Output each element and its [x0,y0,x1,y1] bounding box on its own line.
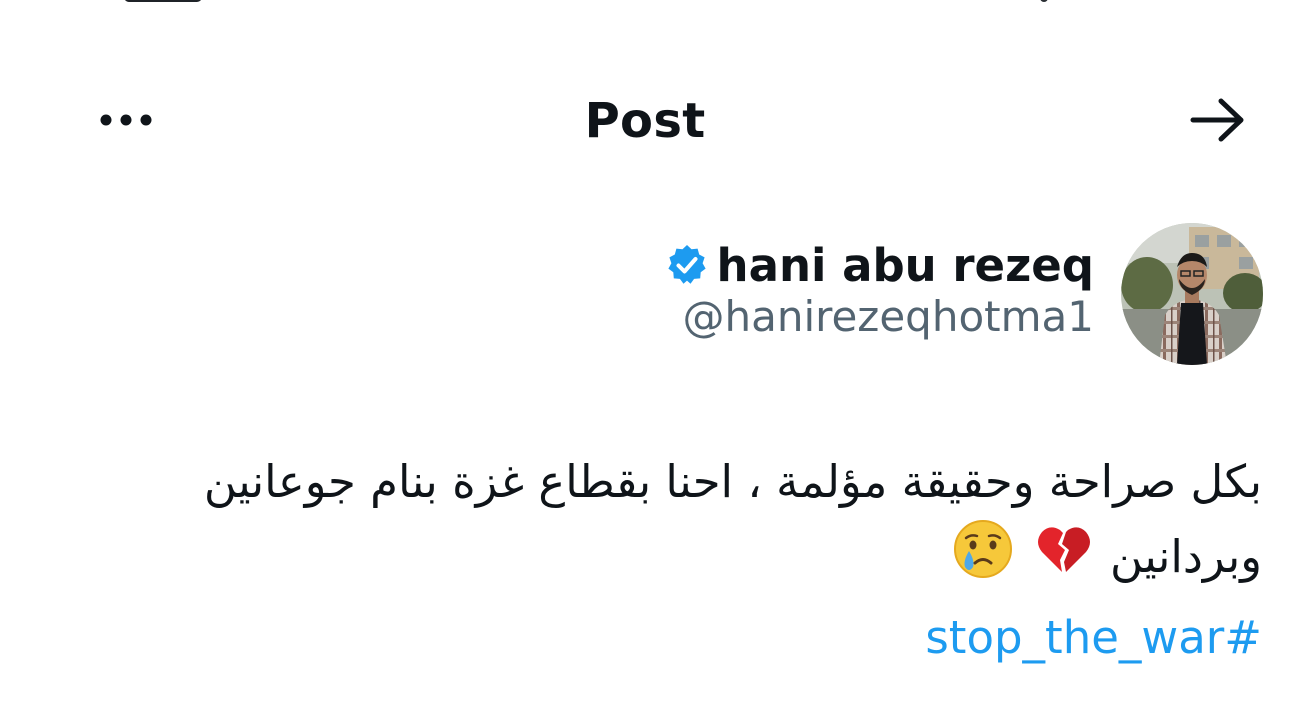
post-text: بكل صراحة وحقيقة مؤلمة ، احنا بقطاع غزة … [100,445,1262,675]
author-names: hani abu rezeq @hanirezeqhotma1 [665,232,1094,341]
post-text-word: وبردانين [1110,530,1262,583]
author-handle[interactable]: @hanirezeqhotma1 [665,292,1094,341]
avatar-photo [1121,223,1263,365]
back-button[interactable] [1180,94,1256,146]
broken-heart-icon [1036,522,1092,598]
crying-face-icon [953,519,1013,601]
hashtag-link[interactable]: #stop_the_war [925,611,1262,664]
page-title: Post [584,93,706,149]
top-navigation-bar: Post [0,80,1290,160]
author-name-row: hani abu rezeq [665,232,1094,298]
arrow-right-icon [1190,98,1244,142]
post-text-line-2: وبردانين [100,519,1262,601]
status-bar-fragment [124,0,202,2]
avatar[interactable] [1121,223,1263,365]
post-screen: Post hani abu rezeq @hanirezeqhotma1 بكل… [0,0,1290,723]
verified-badge-icon [667,245,706,284]
post-text-line: بكل صراحة وحقيقة مؤلمة ، احنا بقطاع غزة … [203,455,1262,508]
post-author: hani abu rezeq @hanirezeqhotma1 [0,222,1290,372]
author-display-name[interactable]: hani abu rezeq [717,239,1094,292]
status-bar-fragment [1040,0,1048,2]
post-hashtag-row: #stop_the_war [100,601,1262,675]
